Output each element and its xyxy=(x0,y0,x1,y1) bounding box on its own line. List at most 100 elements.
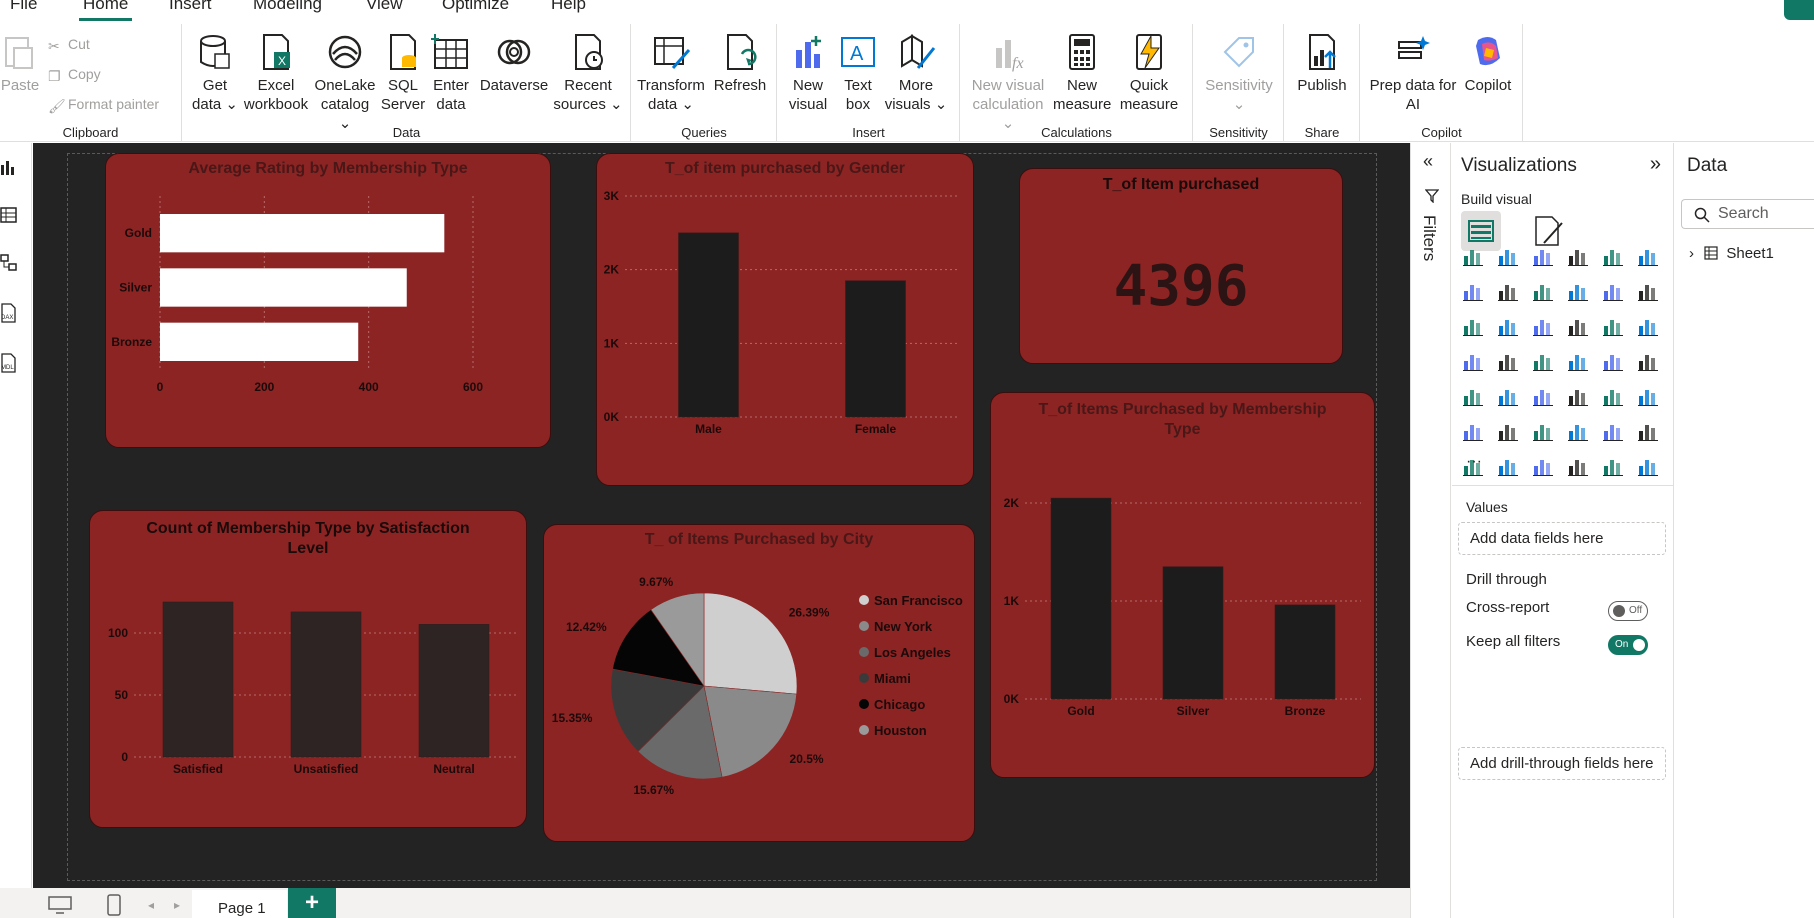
matrix-visual-icon[interactable] xyxy=(1602,385,1624,407)
report-view-icon[interactable] xyxy=(0,157,18,177)
account-icon[interactable] xyxy=(1784,0,1814,20)
multi-row-card-visual-icon[interactable] xyxy=(1462,385,1484,407)
key-influencers-visual-icon[interactable] xyxy=(1497,420,1519,442)
filters-label[interactable]: Filters xyxy=(1419,215,1439,261)
add-page-button[interactable]: + xyxy=(288,888,336,918)
100-column-visual-icon[interactable] xyxy=(1637,245,1659,267)
collapse-left-icon[interactable]: « xyxy=(1423,151,1433,172)
tmdl-view-icon[interactable]: MDL xyxy=(0,353,18,373)
narrative-visual-icon[interactable] xyxy=(1602,455,1624,477)
donut-visual-icon[interactable] xyxy=(1637,315,1659,337)
city-card[interactable]: T_ of Items Purchased by City 26.39% 20.5… xyxy=(543,524,975,842)
decomposition-tree-visual-icon[interactable] xyxy=(1532,420,1554,442)
filters-pane[interactable]: « Filters xyxy=(1410,143,1451,918)
dax-query-icon[interactable]: DAX xyxy=(0,303,18,323)
gender-card[interactable]: T_of item purchased by Gender 0K 1K 2K 3K Ma… xyxy=(596,153,974,486)
enter-data-button[interactable]: Enter data xyxy=(427,32,475,114)
transform-data-button[interactable]: Transform data ⌄ xyxy=(634,32,708,114)
desktop-layout-icon[interactable] xyxy=(48,896,72,914)
values-drop-zone[interactable]: Add data fields here xyxy=(1458,522,1666,555)
new-card-visual-icon[interactable] xyxy=(1497,455,1519,477)
table-view-icon[interactable] xyxy=(0,205,18,225)
pie-visual-icon[interactable] xyxy=(1602,315,1624,337)
refresh-button[interactable]: Refresh xyxy=(712,32,768,95)
drill-through-drop-zone[interactable]: Add drill-through fields here xyxy=(1458,747,1666,780)
cut-button[interactable]: ✂ Cut xyxy=(48,36,90,54)
stacked-area-visual-icon[interactable] xyxy=(1532,280,1554,302)
ribbon-visual-icon[interactable] xyxy=(1462,315,1484,337)
goals-visual-icon[interactable] xyxy=(1637,455,1659,477)
menu-help[interactable]: Help xyxy=(551,0,586,14)
onelake-catalog-button[interactable]: OneLake catalog ⌄ xyxy=(313,32,377,133)
table-sheet1[interactable]: › Sheet1 xyxy=(1689,245,1774,262)
100-bar-visual-icon[interactable] xyxy=(1602,245,1624,267)
menu-home[interactable]: Home xyxy=(78,0,133,21)
line-column-visual-icon[interactable] xyxy=(1602,280,1624,302)
excel-workbook-button[interactable]: X Excel workbook xyxy=(241,32,311,114)
format-painter-button[interactable]: 🖌 Format painter xyxy=(48,96,159,114)
python-visual-visual-icon[interactable] xyxy=(1462,420,1484,442)
cross-report-toggle[interactable]: Off xyxy=(1608,601,1648,621)
waterfall-visual-icon[interactable] xyxy=(1497,315,1519,337)
filled-map-visual-icon[interactable] xyxy=(1532,350,1554,372)
area-visual-icon[interactable] xyxy=(1497,280,1519,302)
expand-right-icon[interactable]: » xyxy=(1650,153,1661,176)
gauge-visual-icon[interactable] xyxy=(1602,350,1624,372)
page-tab-1[interactable]: Page 1 xyxy=(192,890,287,918)
menu-modeling[interactable]: Modeling xyxy=(253,0,322,14)
azure-map-visual-icon[interactable] xyxy=(1567,350,1589,372)
get-data-button[interactable]: Get data ⌄ xyxy=(189,32,241,114)
line-visual-icon[interactable] xyxy=(1462,280,1484,302)
menu-file[interactable]: File xyxy=(10,0,37,14)
smart-narrative-visual-icon[interactable] xyxy=(1602,420,1624,442)
recent-sources-button[interactable]: Recent sources ⌄ xyxy=(553,32,623,114)
line-clustered-column-visual-icon[interactable] xyxy=(1637,280,1659,302)
menu-view[interactable]: View xyxy=(366,0,403,14)
paste-button[interactable]: Paste xyxy=(0,32,40,95)
more-visuals-button[interactable]: More visuals ⌄ xyxy=(882,32,950,114)
funnel-visual-icon[interactable] xyxy=(1532,315,1554,337)
kpi-card[interactable]: T_of Item purchased 4396 xyxy=(1019,168,1343,364)
data-search-input[interactable]: Search xyxy=(1681,199,1814,229)
new-visual-button[interactable]: New visual xyxy=(784,32,832,114)
text-box-button[interactable]: A Text box xyxy=(836,32,880,114)
clustered-column-visual-icon[interactable] xyxy=(1567,245,1589,267)
chevron-right-icon[interactable]: › xyxy=(1689,245,1694,262)
stacked-bar-visual-icon[interactable] xyxy=(1462,245,1484,267)
keep-filters-toggle[interactable]: On xyxy=(1608,635,1648,655)
r-visual-visual-icon[interactable] xyxy=(1637,385,1659,407)
mobile-layout-icon[interactable] xyxy=(107,894,121,916)
stacked-column-visual-icon[interactable] xyxy=(1497,245,1519,267)
new-measure-button[interactable]: New measure xyxy=(1053,32,1111,114)
copilot-button[interactable]: Copilot xyxy=(1459,32,1517,95)
membership-items-card[interactable]: T_of Items Purchased by Membership Type … xyxy=(990,392,1375,778)
publish-button[interactable]: Publish xyxy=(1291,32,1353,95)
sensitivity-button[interactable]: Sensitivity ⌄ xyxy=(1198,32,1280,114)
menu-insert[interactable]: Insert xyxy=(169,0,212,14)
new-visual-calculation-button[interactable]: fx New visual calculation ⌄ xyxy=(965,32,1051,133)
card-visual-icon[interactable] xyxy=(1637,350,1659,372)
100-area-visual-icon[interactable] xyxy=(1567,280,1589,302)
report-canvas[interactable]: Average Rating by Membership Type 0 200 40… xyxy=(33,143,1410,888)
model-view-icon[interactable] xyxy=(0,253,18,273)
prev-page-icon[interactable]: ◂ xyxy=(148,898,154,912)
satisfaction-card[interactable]: Count of Membership Type by Satisfaction… xyxy=(89,510,527,828)
kpi-visual-icon[interactable] xyxy=(1497,385,1519,407)
next-page-icon[interactable]: ▸ xyxy=(174,898,180,912)
scatter-visual-icon[interactable] xyxy=(1567,315,1589,337)
paginated-visual-icon[interactable] xyxy=(1637,420,1659,442)
more-visuals-ellipsis[interactable]: ··· xyxy=(1466,453,1482,471)
treemap-visual-icon[interactable] xyxy=(1462,350,1484,372)
prep-data-ai-button[interactable]: Prep data for AI xyxy=(1367,32,1459,114)
clustered-bar-visual-icon[interactable] xyxy=(1532,245,1554,267)
table-visual-icon[interactable] xyxy=(1567,385,1589,407)
menu-optimize[interactable]: Optimize xyxy=(442,0,509,14)
sql-server-button[interactable]: SQL Server xyxy=(379,32,427,114)
quick-measure-button[interactable]: Quick measure xyxy=(1113,32,1185,114)
slicer-visual-icon[interactable] xyxy=(1532,385,1554,407)
dataverse-button[interactable]: Dataverse xyxy=(479,32,549,95)
qna-visual-icon[interactable] xyxy=(1567,420,1589,442)
power-apps-visual-icon[interactable] xyxy=(1532,455,1554,477)
copy-button[interactable]: ❐ Copy xyxy=(48,66,101,84)
map-visual-icon[interactable] xyxy=(1497,350,1519,372)
